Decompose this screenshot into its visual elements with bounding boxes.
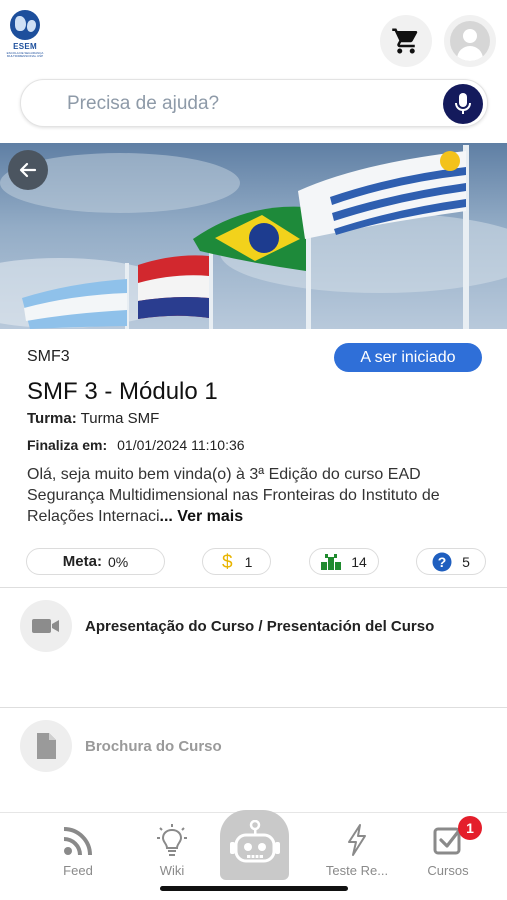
course-title: SMF 3 - Módulo 1 bbox=[27, 378, 218, 405]
lesson-title: Brochura do Curso bbox=[85, 738, 222, 755]
arrow-left-icon bbox=[19, 162, 37, 178]
document-icon bbox=[37, 733, 56, 759]
coins-value: 1 bbox=[244, 553, 253, 570]
blocks-value: 14 bbox=[351, 553, 367, 570]
course-banner-image bbox=[0, 143, 507, 329]
status-badge: A ser iniciado bbox=[334, 343, 482, 372]
end-date-label: Finaliza em: bbox=[27, 437, 108, 453]
cursos-notification-badge: 1 bbox=[458, 816, 482, 840]
questions-value: 5 bbox=[462, 553, 470, 570]
lesson-icon-wrapper bbox=[20, 720, 72, 772]
end-date-row: Finaliza em: 01/01/2024 11:10:36 bbox=[27, 437, 245, 453]
lesson-title: Apresentação do Curso / Presentación del… bbox=[85, 618, 435, 635]
cart-icon bbox=[392, 28, 418, 54]
video-camera-icon bbox=[32, 619, 59, 633]
lesson-item-presentation[interactable]: Apresentação do Curso / Presentación del… bbox=[0, 600, 507, 706]
logo-subtitle: ESCOLA DE SEGURANÇA MULTIDIMENSIONAL USP bbox=[6, 51, 44, 58]
nav-teste-rapido[interactable]: Teste Re... bbox=[317, 823, 397, 878]
goal-progress-pill: Meta: 0% bbox=[26, 548, 165, 575]
blocks-icon bbox=[321, 553, 342, 570]
help-search-input[interactable] bbox=[67, 89, 427, 119]
rss-feed-icon bbox=[63, 827, 92, 856]
nav-feed[interactable]: Feed bbox=[38, 823, 118, 878]
coins-pill: $ 1 bbox=[202, 548, 271, 575]
dollar-icon: $ bbox=[221, 552, 235, 572]
robot-icon bbox=[229, 820, 280, 863]
lightbulb-icon bbox=[157, 824, 187, 856]
lightning-icon bbox=[348, 824, 366, 856]
logo-text: ESEM bbox=[13, 42, 37, 51]
see-more-link[interactable]: ... Ver mais bbox=[160, 508, 244, 525]
app-header: ESEM ESCOLA DE SEGURANÇA MULTIDIMENSIONA… bbox=[0, 0, 507, 140]
voice-search-button[interactable] bbox=[443, 84, 483, 124]
blocks-pill: 14 bbox=[309, 548, 379, 575]
nav-assistant-bot[interactable] bbox=[220, 810, 289, 880]
cart-button[interactable] bbox=[380, 15, 432, 67]
globe-icon bbox=[10, 10, 40, 40]
home-indicator[interactable] bbox=[160, 886, 348, 891]
turma-value: Turma SMF bbox=[80, 410, 160, 427]
nav-label: Cursos bbox=[427, 863, 469, 878]
question-icon: ? bbox=[432, 552, 452, 572]
svg-text:?: ? bbox=[438, 554, 447, 570]
nav-label: Feed bbox=[63, 863, 93, 878]
questions-pill: ? 5 bbox=[416, 548, 486, 575]
turma-label: Turma: bbox=[27, 410, 77, 427]
divider bbox=[0, 707, 507, 708]
course-code: SMF3 bbox=[27, 348, 70, 365]
goal-value: 0% bbox=[107, 553, 129, 570]
nav-label: Wiki bbox=[159, 863, 185, 878]
flags-image bbox=[0, 145, 507, 329]
goal-label: Meta: bbox=[62, 553, 102, 570]
turma-row: Turma: Turma SMF bbox=[27, 410, 159, 427]
lesson-icon-wrapper bbox=[20, 600, 72, 652]
divider bbox=[0, 587, 507, 588]
course-description: Olá, seja muito bem vinda(o) à 3ª Edição… bbox=[27, 464, 489, 527]
help-search-bar[interactable] bbox=[20, 79, 488, 127]
user-avatar-icon bbox=[450, 21, 490, 61]
nav-label: Teste Re... bbox=[325, 863, 389, 878]
esem-logo[interactable]: ESEM ESCOLA DE SEGURANÇA MULTIDIMENSIONA… bbox=[6, 10, 44, 68]
microphone-icon bbox=[455, 93, 471, 114]
nav-wiki[interactable]: Wiki bbox=[132, 823, 212, 878]
lesson-item-brochure[interactable]: Brochura do Curso bbox=[0, 720, 507, 810]
svg-text:$: $ bbox=[222, 552, 233, 572]
end-date-value: 01/01/2024 11:10:36 bbox=[117, 437, 245, 453]
back-button[interactable] bbox=[8, 150, 48, 190]
profile-avatar-button[interactable] bbox=[444, 15, 496, 67]
